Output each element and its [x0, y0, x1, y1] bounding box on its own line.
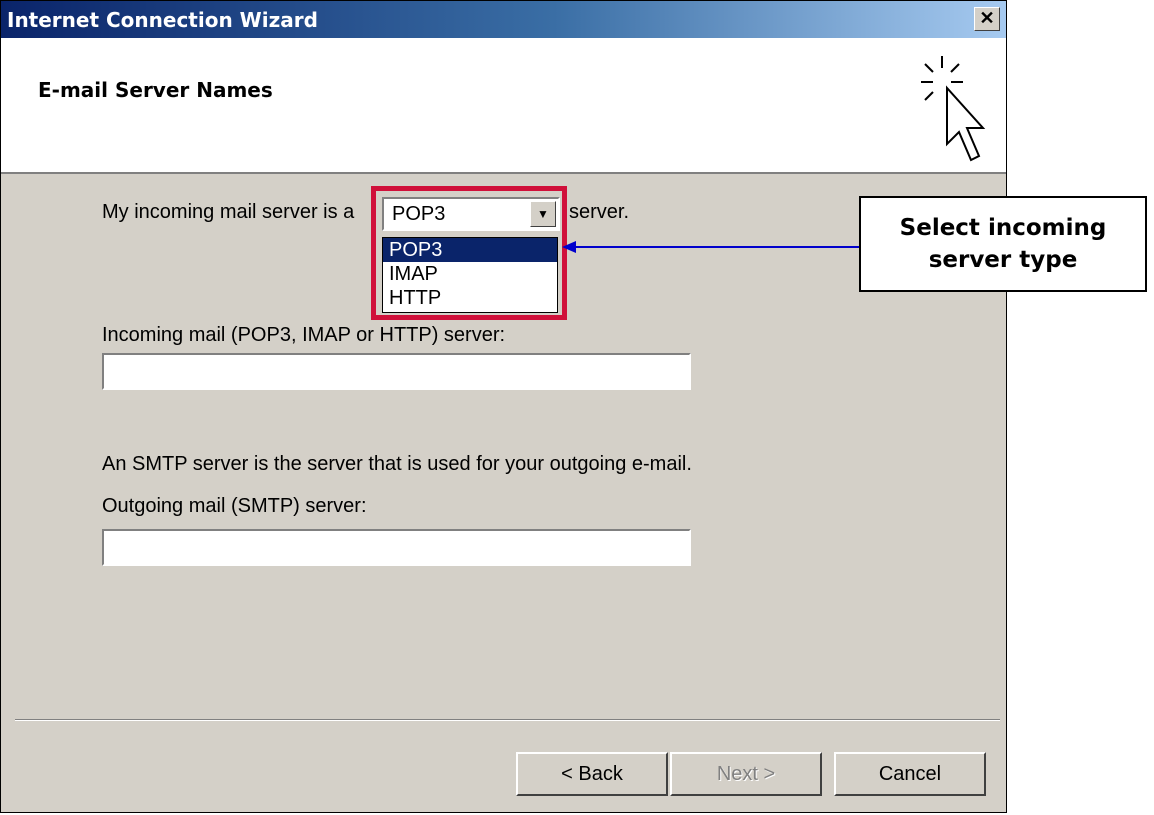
title-bar[interactable]: Internet Connection Wizard ✕	[1, 1, 1006, 38]
cancel-button[interactable]: Cancel	[834, 752, 986, 796]
page-title: E-mail Server Names	[38, 78, 273, 102]
wizard-header: E-mail Server Names	[1, 38, 1006, 174]
annotation-callout: Select incoming server type	[859, 196, 1147, 292]
close-button[interactable]: ✕	[974, 7, 1000, 31]
incoming-type-suffix: server.	[569, 201, 630, 223]
outgoing-server-label: Outgoing mail (SMTP) server:	[102, 495, 367, 517]
back-button[interactable]: < Back	[516, 752, 668, 796]
incoming-server-input[interactable]	[102, 353, 691, 390]
window-title: Internet Connection Wizard	[7, 8, 318, 32]
next-button[interactable]: Next >	[670, 752, 822, 796]
incoming-type-label: My incoming mail server is a	[102, 201, 355, 223]
smtp-description: An SMTP server is the server that is use…	[102, 453, 692, 475]
wizard-cursor-icon	[921, 56, 986, 162]
outgoing-server-input[interactable]	[102, 529, 691, 566]
annotation-arrow	[562, 241, 859, 253]
wizard-window: Internet Connection Wizard ✕ E-mail Serv…	[0, 0, 1007, 813]
footer-divider	[15, 719, 1000, 721]
close-icon: ✕	[979, 8, 995, 28]
incoming-server-label: Incoming mail (POP3, IMAP or HTTP) serve…	[102, 324, 506, 346]
annotation-highlight-box	[371, 186, 567, 320]
